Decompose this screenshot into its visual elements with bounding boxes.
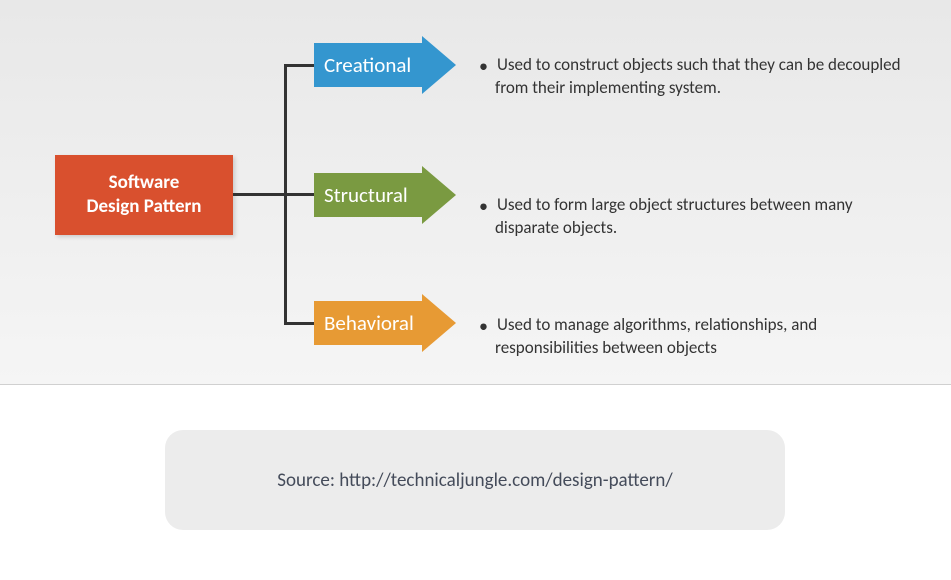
arrow-label-behavioral: Behavioral [314, 301, 422, 345]
diagram-area: Software Design Pattern Creational Struc… [0, 0, 951, 385]
description-text: Used to construct objects such that they… [495, 54, 901, 98]
arrow-label-creational: Creational [314, 43, 422, 87]
arrow-head-icon [422, 166, 456, 224]
description-behavioral: Used to manage algorithms, relationships… [495, 314, 915, 360]
root-line-2: Design Pattern [55, 195, 233, 219]
arrow-creational: Creational [314, 36, 464, 94]
arrow-structural: Structural [314, 166, 464, 224]
caption-box: Source: http://technicaljungle.com/desig… [165, 430, 785, 530]
connector-branch-behavioral [284, 322, 316, 325]
description-creational: Used to construct objects such that they… [495, 54, 915, 100]
description-text: Used to manage algorithms, relationships… [495, 314, 817, 358]
arrow-behavioral: Behavioral [314, 294, 464, 352]
arrow-label-structural: Structural [314, 173, 422, 217]
description-text: Used to form large object structures bet… [495, 194, 853, 238]
caption-text: Source: http://technicaljungle.com/desig… [277, 469, 672, 492]
connector-trunk [233, 193, 287, 196]
connector-branch-creational [284, 64, 316, 67]
arrow-head-icon [422, 294, 456, 352]
connector-branch-structural [284, 193, 316, 196]
root-line-1: Software [55, 171, 233, 195]
description-structural: Used to form large object structures bet… [495, 194, 915, 240]
root-node: Software Design Pattern [55, 155, 233, 235]
arrow-head-icon [422, 36, 456, 94]
